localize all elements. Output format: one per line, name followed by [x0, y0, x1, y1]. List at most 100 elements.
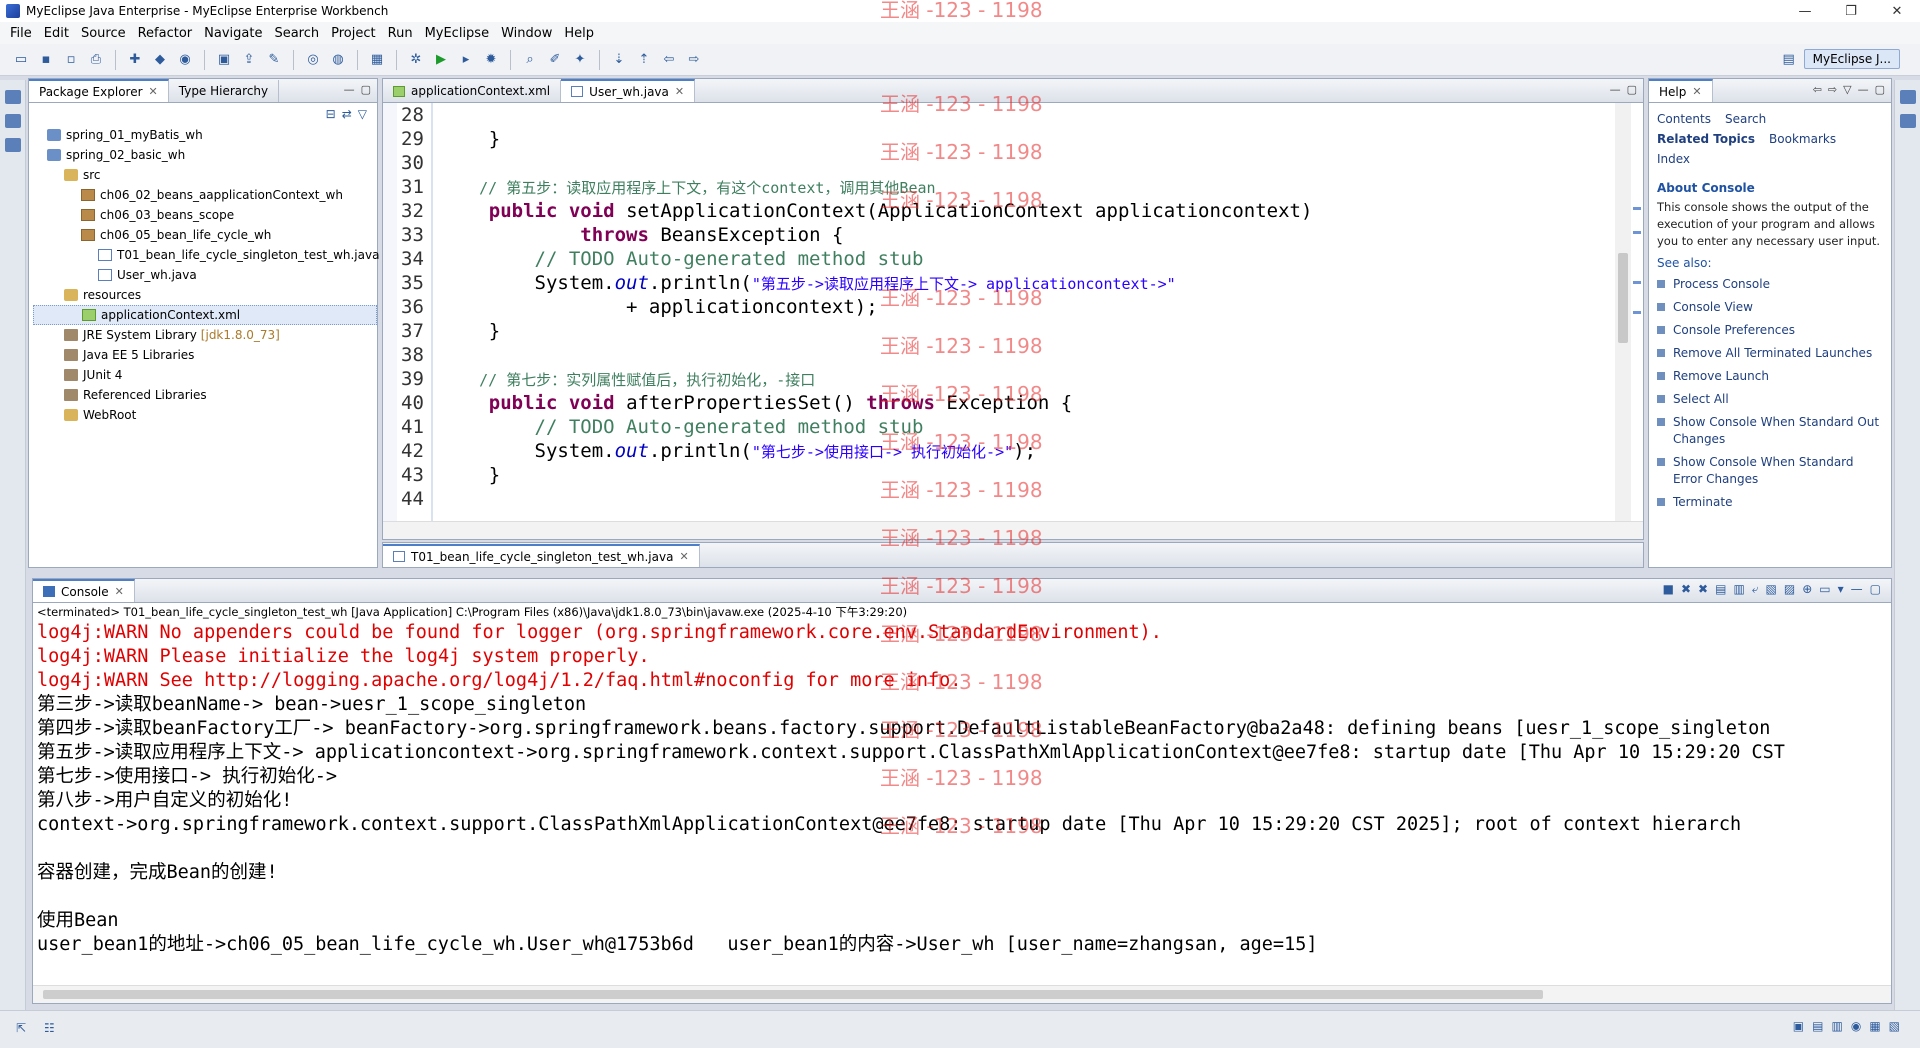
server-icon[interactable]: ▣	[213, 49, 235, 71]
menu-navigate[interactable]: Navigate	[198, 26, 268, 41]
open-console-icon[interactable]: ▾	[1838, 582, 1844, 597]
maximize-view-icon[interactable]: ▢	[361, 83, 371, 96]
tree-item[interactable]: Referenced Libraries	[33, 385, 377, 405]
tree-item[interactable]: spring_01_myBatis_wh	[33, 125, 377, 145]
tree-item[interactable]: ch06_03_beans_scope	[33, 205, 377, 225]
save-icon[interactable]: ▪	[35, 49, 57, 71]
scrollbar-thumb[interactable]	[43, 990, 1543, 999]
tab-type-hierarchy[interactable]: Type Hierarchy	[169, 80, 280, 102]
tree-item[interactable]: User_wh.java	[33, 265, 377, 285]
close-window-button[interactable]: ✕	[1874, 0, 1920, 22]
menu-file[interactable]: File	[4, 26, 38, 41]
help-topic-link[interactable]: Remove Launch	[1657, 368, 1883, 385]
external-tools-icon[interactable]: ✹	[480, 49, 502, 71]
tab-help[interactable]: Help ✕	[1649, 79, 1713, 102]
help-search-link[interactable]: Search	[1725, 112, 1766, 126]
save-all-icon[interactable]: ▫	[60, 49, 82, 71]
link-editor-icon[interactable]: ⇄	[342, 107, 352, 121]
close-icon[interactable]: ✕	[115, 585, 124, 598]
help-bookmarks-link[interactable]: Bookmarks	[1769, 132, 1836, 146]
new-wizard-icon[interactable]: ✚	[124, 49, 146, 71]
close-icon[interactable]: ✕	[675, 85, 684, 98]
menu-window[interactable]: Window	[495, 26, 558, 41]
minimized-view-icon[interactable]	[4, 114, 21, 128]
close-icon[interactable]: ✕	[149, 85, 158, 98]
tree-item[interactable]: ch06_05_bean_life_cycle_wh	[33, 225, 377, 245]
restore-button[interactable]: ❐	[1828, 0, 1874, 22]
tree-item[interactable]: WebRoot	[33, 405, 377, 425]
help-related-topics-link[interactable]: Related Topics	[1657, 132, 1755, 146]
code-editor[interactable]: 28 29 30 31 32 33 34 35 36 37 38 39 40 41 42 43 44 } // …	[383, 103, 1643, 521]
trim-icon[interactable]: ▧	[1889, 1019, 1900, 1033]
mark-occurrences-icon[interactable]: ✦	[569, 49, 591, 71]
tree-item[interactable]: JUnit 4	[33, 365, 377, 385]
code-text[interactable]: } // 第五步：读取应用程序上下文，有这个context，调用其他Bean p…	[443, 103, 1613, 511]
help-topic-link[interactable]: Remove All Terminated Launches	[1657, 345, 1883, 362]
print-icon[interactable]: ⎙	[85, 49, 107, 71]
view-menu-icon[interactable]: ▽	[1843, 83, 1851, 96]
deploy-icon[interactable]: ⇪	[238, 49, 260, 71]
search-icon[interactable]: ⌕	[519, 49, 541, 71]
menu-run[interactable]: Run	[382, 26, 419, 41]
menu-refactor[interactable]: Refactor	[132, 26, 199, 41]
remove-all-terminated-icon[interactable]: ✖	[1698, 582, 1708, 597]
menu-search[interactable]: Search	[268, 26, 325, 41]
minimized-view-icon[interactable]	[4, 138, 21, 152]
help-contents-link[interactable]: Contents	[1657, 112, 1711, 126]
terminate-icon[interactable]: ■	[1663, 582, 1674, 597]
tree-item[interactable]: Java EE 5 Libraries	[33, 345, 377, 365]
show-stdout-icon[interactable]: ▧	[1766, 582, 1777, 597]
menu-edit[interactable]: Edit	[38, 26, 75, 41]
package-icon[interactable]: ◆	[149, 49, 171, 71]
tree-item[interactable]: JRE System Library [jdk1.8.0_73]	[33, 325, 377, 345]
close-icon[interactable]: ✕	[679, 550, 688, 563]
help-topic-link[interactable]: Console View	[1657, 299, 1883, 316]
view-menu-icon[interactable]: ▽	[358, 107, 367, 121]
back-icon[interactable]: ⇦	[658, 49, 680, 71]
tab-user-wh-java[interactable]: User_wh.java ✕	[561, 79, 696, 102]
open-type-icon[interactable]: ✎	[263, 49, 285, 71]
maximize-view-icon[interactable]: ▢	[1875, 83, 1885, 96]
clear-console-icon[interactable]: ▤	[1715, 582, 1726, 597]
console-horizontal-scrollbar[interactable]	[33, 985, 1891, 1003]
help-topic-link[interactable]: Show Console When Standard Error Changes	[1657, 454, 1883, 488]
forward-icon[interactable]: ⇨	[1828, 83, 1837, 96]
restore-view-icon[interactable]	[1899, 90, 1916, 104]
annotation-icon[interactable]: ✐	[544, 49, 566, 71]
help-index-link[interactable]: Index	[1657, 152, 1690, 166]
trim-icon[interactable]: ▥	[1831, 1019, 1842, 1033]
minimize-view-icon[interactable]: —	[1610, 83, 1621, 96]
tree-item[interactable]: src	[33, 165, 377, 185]
console-output[interactable]: log4j:WARN No appenders could be found f…	[33, 621, 1891, 985]
menu-help[interactable]: Help	[558, 26, 600, 41]
show-stderr-icon[interactable]: ▨	[1784, 582, 1795, 597]
remove-launch-icon[interactable]: ✖	[1681, 582, 1691, 597]
forward-icon[interactable]: ⇨	[683, 49, 705, 71]
help-topic-link[interactable]: Show Console When Standard Out Changes	[1657, 414, 1883, 448]
open-perspective-icon[interactable]: ▤	[1778, 48, 1800, 70]
help-topic-link[interactable]: Terminate	[1657, 494, 1883, 511]
trim-icon[interactable]: ▣	[1793, 1019, 1804, 1033]
help-topic-link[interactable]: Process Console	[1657, 276, 1883, 293]
run-history-icon[interactable]: ▸	[455, 49, 477, 71]
browser-icon[interactable]: ◍	[327, 49, 349, 71]
tab-applicationcontext-xml[interactable]: applicationContext.xml	[383, 80, 562, 102]
display-console-icon[interactable]: ▭	[1819, 582, 1830, 597]
trim-icon[interactable]: ▦	[1869, 1019, 1880, 1033]
new-fast-view-icon[interactable]: ⇱	[16, 1021, 26, 1035]
tree-item[interactable]: resources	[33, 285, 377, 305]
minimize-view-icon[interactable]: —	[1851, 582, 1863, 597]
web-icon[interactable]: ◎	[302, 49, 324, 71]
minimize-view-icon[interactable]: —	[344, 83, 355, 96]
next-annotation-icon[interactable]: ⇣	[608, 49, 630, 71]
close-icon[interactable]: ✕	[1692, 85, 1701, 98]
tree-view-icon[interactable]: ☷	[44, 1021, 55, 1035]
pin-console-icon[interactable]: ⊕	[1802, 582, 1812, 597]
run-icon[interactable]: ▶	[430, 49, 452, 71]
word-wrap-icon[interactable]: ⤶	[1752, 582, 1759, 597]
outline-view-icon[interactable]	[1899, 114, 1916, 128]
maximize-view-icon[interactable]: ▢	[1870, 582, 1881, 597]
tree-item[interactable]: T01_bean_life_cycle_singleton_test_wh.ja…	[33, 245, 379, 265]
tree-item[interactable]: applicationContext.xml	[33, 305, 377, 325]
scrollbar-thumb[interactable]	[1618, 253, 1628, 343]
